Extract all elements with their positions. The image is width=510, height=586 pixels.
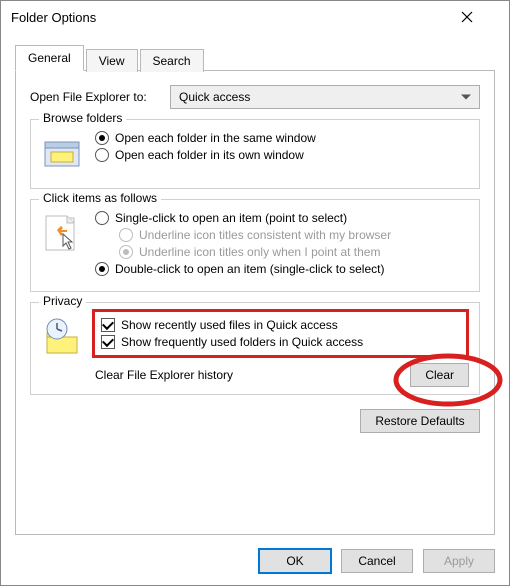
check-frequent-folders[interactable]: Show frequently used folders in Quick ac… (101, 335, 458, 349)
close-button[interactable] (461, 11, 501, 23)
clear-history-row: Clear File Explorer history Clear (95, 368, 469, 382)
radio-icon (119, 228, 133, 242)
folder-options-window: Folder Options General View Search Open … (0, 0, 510, 586)
checkbox-icon (101, 335, 115, 349)
browse-folders-legend: Browse folders (39, 111, 126, 125)
cancel-button[interactable]: Cancel (341, 549, 413, 573)
apply-button[interactable]: Apply (423, 549, 495, 573)
radio-underline-consistent: Underline icon titles consistent with my… (119, 228, 469, 242)
radio-label: Single-click to open an item (point to s… (115, 211, 347, 225)
radio-label: Underline icon titles only when I point … (139, 245, 380, 259)
radio-label: Underline icon titles consistent with my… (139, 228, 391, 242)
close-icon (461, 11, 473, 23)
clear-button[interactable]: Clear (410, 363, 469, 387)
tab-search[interactable]: Search (140, 49, 204, 72)
highlight-annotation: Show recently used files in Quick access… (92, 309, 469, 358)
clear-history-label: Clear File Explorer history (95, 368, 410, 382)
restore-row: Restore Defaults (30, 409, 480, 433)
radio-label: Open each folder in the same window (115, 131, 316, 145)
privacy-group: Privacy (30, 302, 480, 395)
tab-general[interactable]: General (15, 45, 84, 71)
tab-view[interactable]: View (86, 49, 138, 72)
dialog-buttons: OK Cancel Apply (1, 541, 509, 585)
titlebar: Folder Options (1, 1, 509, 33)
radio-own-window[interactable]: Open each folder in its own window (95, 148, 469, 162)
radio-single-click[interactable]: Single-click to open an item (point to s… (95, 211, 469, 225)
radio-icon (95, 211, 109, 225)
restore-defaults-button[interactable]: Restore Defaults (360, 409, 480, 433)
check-recent-files[interactable]: Show recently used files in Quick access (101, 318, 458, 332)
tabs: General View Search (15, 43, 495, 71)
open-explorer-value: Quick access (179, 90, 250, 104)
privacy-legend: Privacy (39, 294, 86, 308)
clock-folder-icon (41, 315, 85, 359)
click-items-legend: Click items as follows (39, 191, 161, 205)
open-explorer-row: Open File Explorer to: Quick access (30, 85, 480, 109)
checkbox-icon (101, 318, 115, 332)
open-explorer-dropdown[interactable]: Quick access (170, 85, 480, 109)
radio-icon (95, 262, 109, 276)
open-explorer-label: Open File Explorer to: (30, 90, 170, 104)
browse-folders-group: Browse folders Open each folder in the s… (30, 119, 480, 189)
window-title: Folder Options (11, 10, 96, 25)
ok-button[interactable]: OK (259, 549, 331, 573)
radio-icon (95, 148, 109, 162)
tab-panel: Open File Explorer to: Quick access Brow… (15, 71, 495, 535)
folder-window-icon (41, 132, 85, 176)
radio-label: Open each folder in its own window (115, 148, 304, 162)
click-cursor-icon (41, 212, 85, 256)
radio-icon (119, 245, 133, 259)
content: General View Search Open File Explorer t… (1, 33, 509, 541)
checkbox-label: Show recently used files in Quick access (121, 318, 338, 332)
radio-double-click[interactable]: Double-click to open an item (single-cli… (95, 262, 469, 276)
radio-label: Double-click to open an item (single-cli… (115, 262, 384, 276)
radio-underline-point: Underline icon titles only when I point … (119, 245, 469, 259)
checkbox-label: Show frequently used folders in Quick ac… (121, 335, 363, 349)
radio-icon (95, 131, 109, 145)
click-items-group: Click items as follows (30, 199, 480, 292)
radio-same-window[interactable]: Open each folder in the same window (95, 131, 469, 145)
